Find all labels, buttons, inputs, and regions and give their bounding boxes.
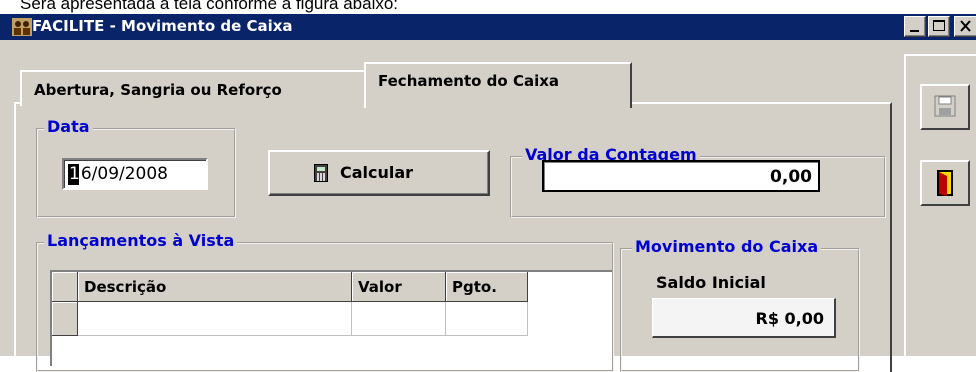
column-header-valor[interactable]: Valor	[352, 272, 446, 302]
app-users-icon	[12, 18, 32, 36]
exit-button[interactable]	[920, 160, 970, 206]
table-cell-pgto[interactable]	[446, 302, 528, 336]
close-button[interactable]	[954, 16, 976, 37]
saldo-inicial-value: R$ 0,00	[652, 298, 836, 338]
tab-label: Fechamento do Caixa	[378, 72, 560, 90]
column-header-pgto[interactable]: Pgto.	[446, 272, 528, 302]
lancamentos-grid[interactable]: Descrição Valor Pgto.	[50, 270, 612, 366]
calculator-keys	[317, 173, 325, 181]
calculator-screen	[317, 167, 325, 171]
lancamentos-legend: Lançamentos à Vista	[44, 231, 238, 250]
maximize-icon	[933, 20, 945, 31]
tab-label: Abertura, Sangria ou Reforço	[34, 81, 282, 99]
active-tab-join	[366, 100, 628, 106]
calcular-button[interactable]: Calcular	[268, 150, 490, 196]
movimento-caixa-legend: Movimento do Caixa	[632, 237, 822, 256]
save-icon	[934, 95, 956, 117]
page-caption: Será apresentada a tela conforme a figur…	[20, 0, 399, 13]
date-value: 6/09/2008	[80, 164, 168, 184]
maximize-button[interactable]	[928, 16, 950, 37]
close-icon	[960, 20, 971, 32]
calcular-label: Calcular	[340, 163, 414, 182]
grid-corner-header	[52, 272, 78, 302]
table-cell-descricao[interactable]	[78, 302, 352, 336]
minimize-icon	[910, 30, 919, 32]
date-highlighted-char: 1	[69, 164, 80, 184]
table-cell-valor[interactable]	[352, 302, 446, 336]
row-indicator[interactable]	[52, 302, 78, 336]
save-button[interactable]	[920, 84, 970, 130]
minimize-button[interactable]	[904, 16, 926, 37]
valor-contagem-field[interactable]: 0,00	[542, 160, 820, 192]
column-header-descricao[interactable]: Descrição	[78, 272, 352, 302]
calculator-icon	[314, 164, 328, 182]
exit-door-icon	[937, 170, 953, 196]
date-field[interactable]: 16/09/2008	[62, 158, 208, 190]
data-group-legend: Data	[44, 117, 93, 136]
tab-abertura-sangria-reforco[interactable]: Abertura, Sangria ou Reforço	[20, 70, 366, 106]
saldo-inicial-label: Saldo Inicial	[656, 273, 766, 292]
window-title: FACILITE - Movimento de Caixa	[32, 17, 293, 35]
